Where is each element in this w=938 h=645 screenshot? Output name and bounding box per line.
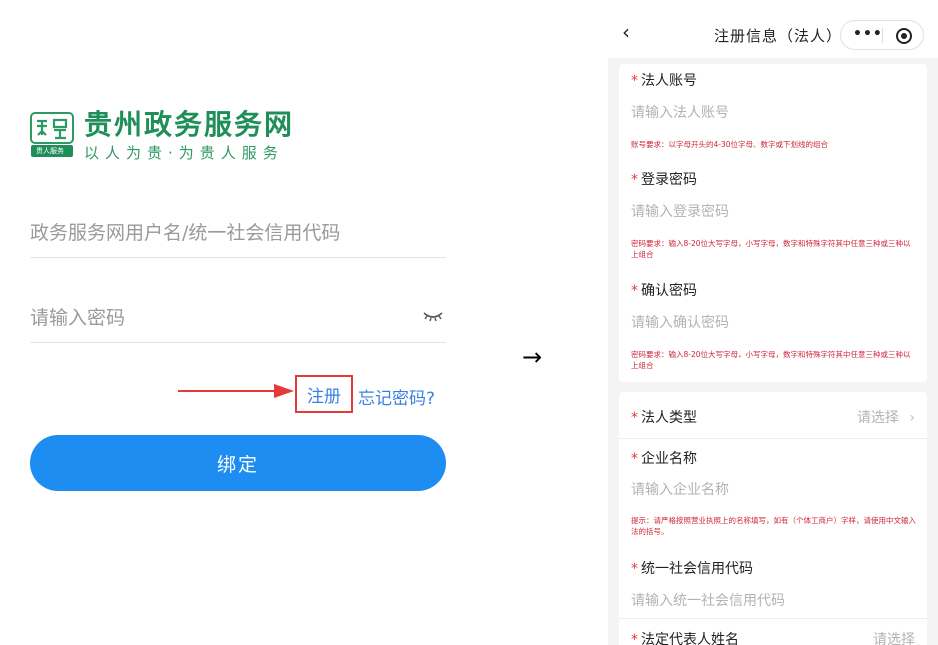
credit-code-input[interactable]: 请输入统一社会信用代码 <box>631 590 785 610</box>
chevron-right-icon: › <box>909 410 915 426</box>
bind-button[interactable]: 绑定 <box>30 435 446 491</box>
company-name-label-text: 企业名称 <box>641 451 697 467</box>
divider <box>619 618 927 619</box>
account-card: * 法人账号 请输入法人账号 账号要求：以字母开头的4-30位字母、数字或下划线的… <box>619 64 927 382</box>
username-input[interactable]: 政务服务网用户名/统一社会信用代码 <box>30 218 446 258</box>
miniprogram-capsule: ••• <box>840 20 924 50</box>
confirm-password-input[interactable]: 请输入确认密码 <box>631 312 729 332</box>
legal-type-placeholder: 请选择 <box>856 410 899 426</box>
register-screen: ‹ 注册信息（法人） ••• * 法人账号 请输入法人账号 账号要求：以字母开头的… <box>608 0 938 645</box>
company-name-input[interactable]: 请输入企业名称 <box>631 479 729 499</box>
divider <box>619 438 927 439</box>
required-mark: * <box>631 451 638 467</box>
login-password-input[interactable]: 请输入登录密码 <box>631 201 729 221</box>
account-label-text: 法人账号 <box>641 73 697 89</box>
register-link[interactable]: 注册 <box>295 375 353 413</box>
site-slogan: 以人为贵·为贵人服务 <box>84 144 284 162</box>
capsule-divider <box>882 28 883 43</box>
legal-type-value: 请选择 › <box>857 407 915 427</box>
account-hint: 账号要求：以字母开头的4-30位字母、数字或下划线的组合 <box>631 140 829 149</box>
password-placeholder: 请输入密码 <box>30 307 126 329</box>
credit-code-label-text: 统一社会信用代码 <box>641 561 753 577</box>
password-hint: 密码要求：输入8-20位大写字母，小写字母，数字和特殊字符其中任意三种或三种以上… <box>631 239 911 259</box>
account-label: * 法人账号 <box>631 70 697 90</box>
company-name-hint: 提示：请严格按照营业执照上的名称填写，如有（个体工商户）字样，请使用中文输入法的… <box>631 516 916 536</box>
back-icon[interactable]: ‹ <box>622 20 630 44</box>
forgot-password-link[interactable]: 忘记密码? <box>358 384 435 409</box>
close-miniprogram-icon[interactable] <box>896 28 912 44</box>
representative-name-value[interactable]: 请选择 <box>873 629 915 645</box>
required-mark: * <box>631 172 638 188</box>
guizhou-gov-logo-icon: 贵人服务 <box>30 112 74 158</box>
password-label-text: 登录密码 <box>641 172 697 188</box>
confirm-password-label: * 确认密码 <box>631 280 697 300</box>
required-mark: * <box>631 561 638 577</box>
legal-type-label-text: 法人类型 <box>641 410 697 426</box>
legal-type-label: * 法人类型 <box>631 407 697 427</box>
password-label: * 登录密码 <box>631 169 697 189</box>
site-title: 贵州政务服务网 <box>84 108 295 141</box>
flow-arrow-icon: → <box>522 343 543 371</box>
confirm-password-label-text: 确认密码 <box>641 283 697 299</box>
required-mark: * <box>631 73 638 89</box>
required-mark: * <box>631 632 638 645</box>
more-icon[interactable]: ••• <box>853 26 883 42</box>
page-title: 注册信息（法人） <box>714 27 843 45</box>
register-label: 注册 <box>307 386 341 407</box>
representative-name-label: * 法定代表人姓名 <box>631 629 739 645</box>
company-name-label: * 企业名称 <box>631 448 697 468</box>
logo-badge: 贵人服务 <box>36 147 64 155</box>
account-input[interactable]: 请输入法人账号 <box>631 102 729 122</box>
required-mark: * <box>631 410 638 426</box>
eye-closed-icon[interactable] <box>422 307 444 329</box>
navigation-bar: ‹ 注册信息（法人） ••• <box>608 0 938 58</box>
brand-logo: 贵人服务 贵州政务服务网 以人为贵·为贵人服务 <box>30 108 294 162</box>
required-mark: * <box>631 283 638 299</box>
legal-type-selector[interactable]: * 法人类型 请选择 › <box>619 392 927 438</box>
representative-name-label-text: 法定代表人姓名 <box>641 632 739 645</box>
company-card: * 法人类型 请选择 › * 企业名称 请输入企业名称 提示：请严格按照营业执照上的… <box>619 392 927 645</box>
annotation-arrow-icon <box>178 384 294 398</box>
username-placeholder: 政务服务网用户名/统一社会信用代码 <box>30 222 341 244</box>
login-screen: 贵人服务 贵州政务服务网 以人为贵·为贵人服务 政务服务网用户名/统一社会信用代… <box>0 0 470 645</box>
password-input[interactable]: 请输入密码 <box>30 303 446 343</box>
credit-code-label: * 统一社会信用代码 <box>631 558 753 578</box>
confirm-password-hint: 密码要求：输入8-20位大写字母，小写字母，数字和特殊字符其中任意三种或三种以上… <box>631 350 911 370</box>
